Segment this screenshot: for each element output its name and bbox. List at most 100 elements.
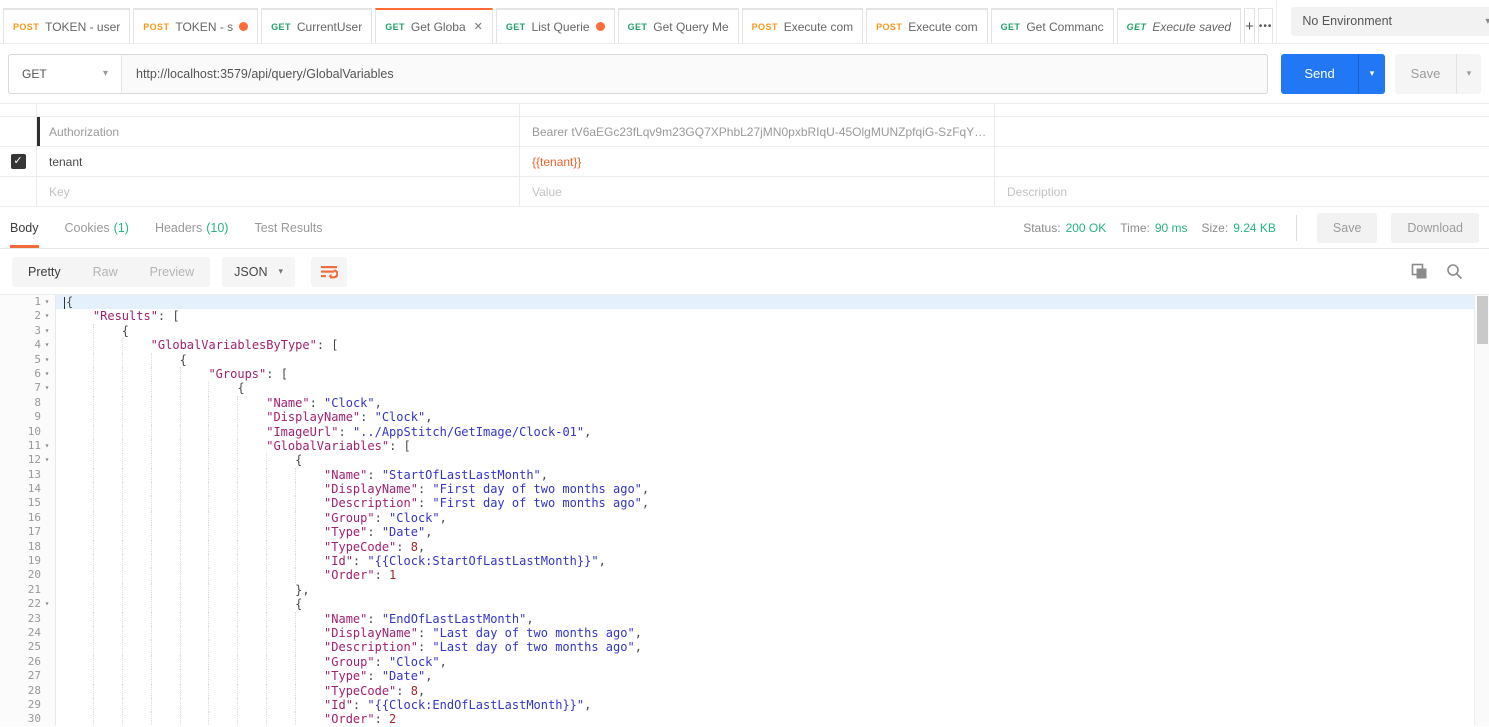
header-description-cell[interactable] <box>995 117 1489 146</box>
code-line[interactable]: "Id": "{{Clock:StartOfLastLastMonth}}", <box>56 554 1474 568</box>
code-token: , <box>584 425 591 439</box>
fold-arrow-icon[interactable]: ▾ <box>41 453 53 467</box>
header-description-cell[interactable] <box>995 147 1489 176</box>
send-options-caret[interactable]: ▾ <box>1358 54 1385 94</box>
code-line[interactable]: "Results": [ <box>56 309 1474 323</box>
fold-arrow-icon[interactable]: ▾ <box>41 353 53 367</box>
code-line[interactable]: "TypeCode": 8, <box>56 540 1474 554</box>
header-key-cell[interactable]: tenant <box>37 147 520 176</box>
header-value-cell[interactable]: {{tenant}} <box>520 147 995 176</box>
save-options-caret[interactable]: ▾ <box>1456 54 1481 94</box>
save-request-button[interactable]: Save <box>1395 54 1456 94</box>
code-line[interactable]: "Description": "First day of two months … <box>56 496 1474 510</box>
code-line[interactable]: "DisplayName": "Last day of two months a… <box>56 626 1474 640</box>
request-tab[interactable]: POSTTOKEN - user <box>3 8 130 43</box>
editor-lines[interactable]: {"Results": [{"GlobalVariablesByType": [… <box>56 295 1474 726</box>
response-tab-body[interactable]: Body <box>10 207 39 248</box>
code-line[interactable]: { <box>56 324 1474 338</box>
view-mode-raw[interactable]: Raw <box>77 257 134 287</box>
code-line[interactable]: "Order": 2 <box>56 712 1474 726</box>
request-tab[interactable]: GETGet Query Me <box>618 8 739 43</box>
close-icon[interactable]: ✕ <box>472 20 483 33</box>
response-tab-headers[interactable]: Headers(10) <box>155 207 228 248</box>
gutter-line: 22▾ <box>0 597 55 611</box>
code-line[interactable]: { <box>56 295 1474 309</box>
response-tab-test-results[interactable]: Test Results <box>254 207 322 248</box>
request-tab[interactable]: GETExecute saved <box>1117 8 1241 43</box>
request-tab[interactable]: GETCurrentUser <box>261 8 372 43</box>
request-tab[interactable]: POSTExecute com <box>742 8 863 43</box>
code-line[interactable]: { <box>56 353 1474 367</box>
editor-scrollbar[interactable] <box>1474 295 1489 726</box>
code-token: "First day of two months ago" <box>432 482 642 496</box>
send-button[interactable]: Send <box>1281 54 1358 94</box>
fold-arrow-icon[interactable]: ▾ <box>41 439 53 453</box>
code-line[interactable]: "Name": "Clock", <box>56 396 1474 410</box>
response-tab-cookies[interactable]: Cookies(1) <box>65 207 129 248</box>
code-line[interactable]: "Groups": [ <box>56 367 1474 381</box>
fold-arrow-icon[interactable]: ▾ <box>41 338 53 352</box>
scrollbar-thumb[interactable] <box>1477 296 1488 344</box>
view-mode-preview[interactable]: Preview <box>134 257 210 287</box>
code-line[interactable]: }, <box>56 583 1474 597</box>
code-token: "GlobalVariables" <box>266 439 389 453</box>
code-line[interactable]: "Name": "EndOfLastLastMonth", <box>56 612 1474 626</box>
fold-arrow-icon[interactable]: ▾ <box>41 597 53 611</box>
indent-guide <box>122 583 151 597</box>
code-line[interactable]: "DisplayName": "First day of two months … <box>56 482 1474 496</box>
indent-guide <box>180 554 209 568</box>
description-placeholder[interactable]: Description <box>995 177 1489 206</box>
save-response-button[interactable]: Save <box>1317 213 1378 243</box>
code-line[interactable]: "GlobalVariables": [ <box>56 439 1474 453</box>
row-checkbox[interactable]: ✓ <box>11 154 26 169</box>
code-line[interactable]: { <box>56 597 1474 611</box>
gutter-line: 14 <box>0 482 55 496</box>
request-tab[interactable]: POSTExecute com <box>866 8 987 43</box>
code-token: , <box>635 640 642 654</box>
fold-arrow-icon[interactable]: ▾ <box>41 295 53 309</box>
code-line[interactable]: "Group": "Clock", <box>56 511 1474 525</box>
new-tab-button[interactable]: + <box>1244 8 1255 43</box>
fold-arrow-icon[interactable]: ▾ <box>41 324 53 338</box>
code-line[interactable]: { <box>56 381 1474 395</box>
header-key-cell[interactable]: Authorization <box>37 117 520 146</box>
value-placeholder[interactable]: Value <box>520 177 995 206</box>
request-url-input[interactable]: http://localhost:3579/api/query/GlobalVa… <box>122 54 1268 94</box>
code-token: { <box>66 295 73 309</box>
code-token: , <box>584 698 591 712</box>
request-tab[interactable]: POSTTOKEN - s <box>133 8 258 43</box>
request-tab[interactable]: GETGet Commanc <box>991 8 1114 43</box>
header-value-cell[interactable]: Bearer tV6aEGc23fLqv9m23GQ7XPhbL27jMN0px… <box>520 117 995 146</box>
view-mode-pretty[interactable]: Pretty <box>12 257 77 287</box>
tab-title: Get Globa <box>411 20 466 34</box>
wrap-text-button[interactable] <box>311 257 347 287</box>
code-line[interactable]: "Description": "Last day of two months a… <box>56 640 1474 654</box>
code-line[interactable]: "Type": "Date", <box>56 525 1474 539</box>
code-line[interactable]: { <box>56 453 1474 467</box>
code-line[interactable]: "Group": "Clock", <box>56 655 1474 669</box>
key-placeholder[interactable]: Key <box>37 177 520 206</box>
search-icon[interactable] <box>1446 263 1463 280</box>
indent-guide <box>295 554 324 568</box>
http-method-select[interactable]: GET ▾ <box>8 54 122 94</box>
code-line[interactable]: "Name": "StartOfLastLastMonth", <box>56 468 1474 482</box>
response-time: Time: 90 ms <box>1120 221 1187 235</box>
code-line[interactable]: "ImageUrl": "../AppStitch/GetImage/Clock… <box>56 425 1474 439</box>
code-line[interactable]: "Order": 1 <box>56 568 1474 582</box>
code-line[interactable]: "GlobalVariablesByType": [ <box>56 338 1474 352</box>
environment-select[interactable]: No Environment ▾ <box>1291 7 1489 36</box>
copy-icon[interactable] <box>1411 263 1428 280</box>
code-line[interactable]: "DisplayName": "Clock", <box>56 410 1474 424</box>
tab-options-button[interactable]: ••• <box>1258 8 1274 43</box>
fold-arrow-icon[interactable]: ▾ <box>41 367 53 381</box>
request-tab[interactable]: GETGet Globa✕ <box>375 8 493 43</box>
download-response-button[interactable]: Download <box>1391 213 1479 243</box>
code-line[interactable]: "TypeCode": 8, <box>56 684 1474 698</box>
fold-arrow-icon[interactable]: ▾ <box>41 309 53 323</box>
fold-arrow-icon[interactable]: ▾ <box>41 381 53 395</box>
response-body-editor[interactable]: 1▾2▾3▾4▾5▾6▾7▾891011▾12▾1314151617181920… <box>0 294 1489 726</box>
code-line[interactable]: "Id": "{{Clock:EndOfLastLastMonth}}", <box>56 698 1474 712</box>
request-tab[interactable]: GETList Querie <box>496 8 615 43</box>
code-line[interactable]: "Type": "Date", <box>56 669 1474 683</box>
response-format-select[interactable]: JSON ▾ <box>222 257 295 287</box>
